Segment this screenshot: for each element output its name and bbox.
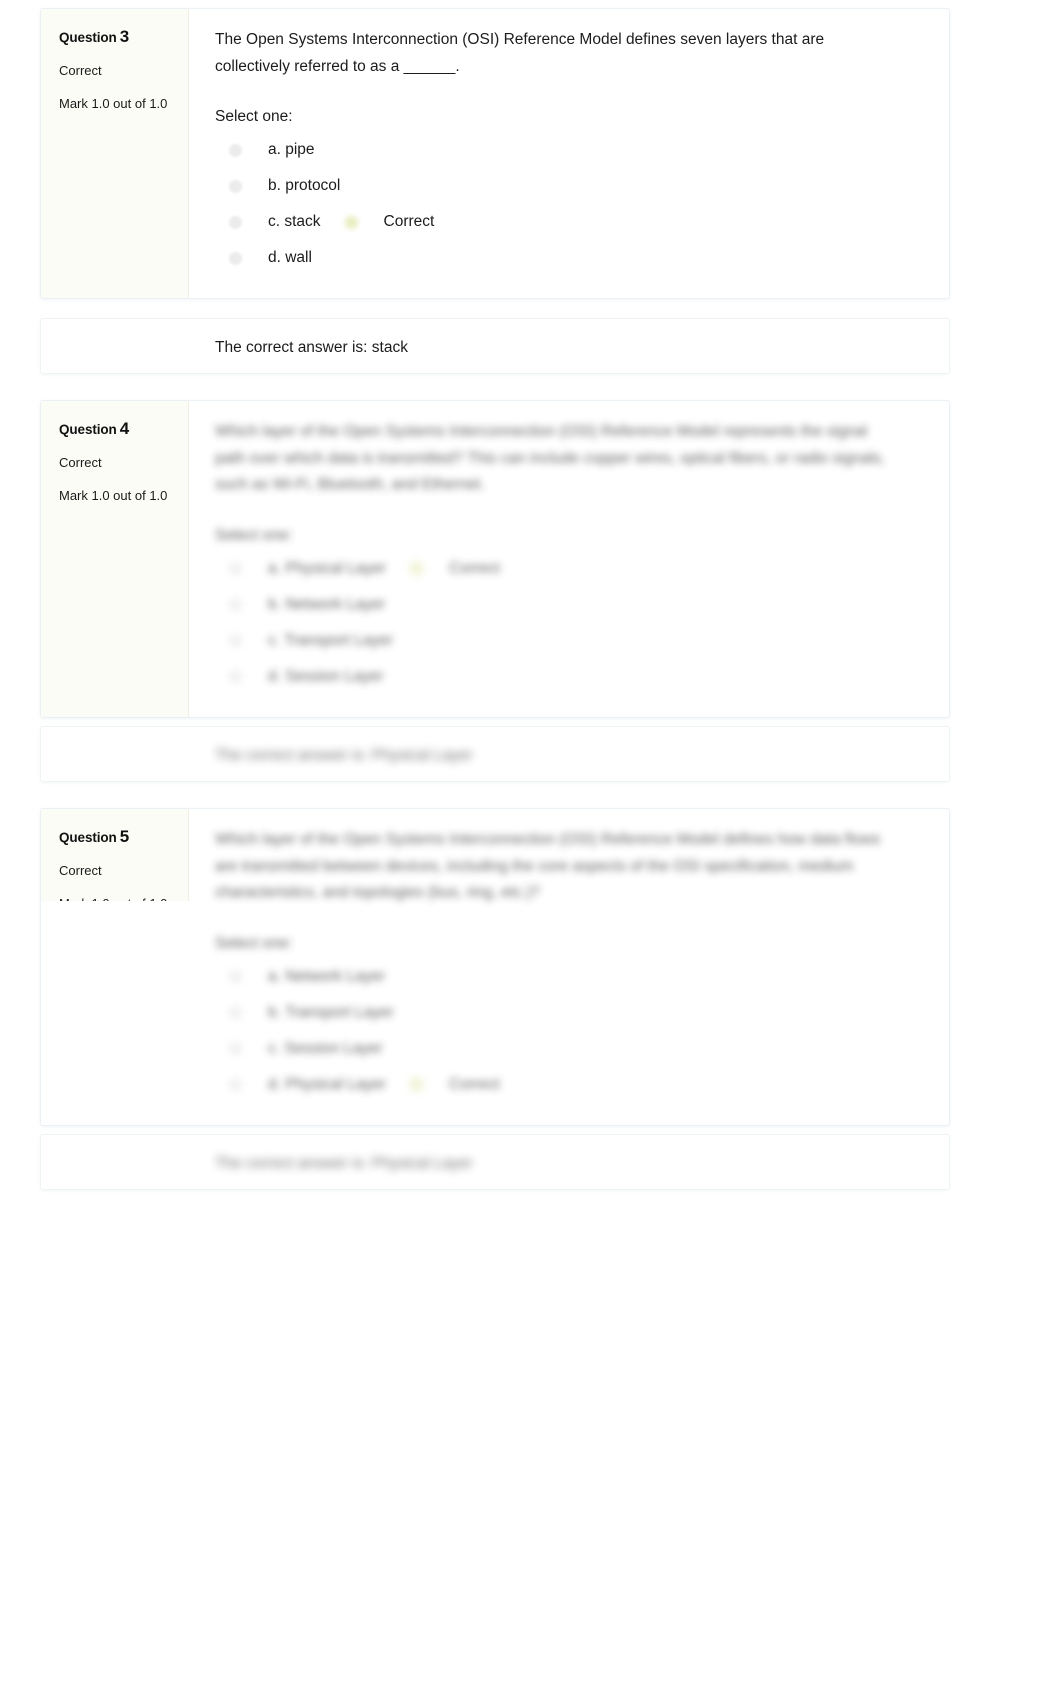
answer-list-5: a. Network Layer b. Transport Layer c. S… [215,959,927,1103]
question-grade-4: Mark 1.0 out of 1.0 [59,488,168,503]
select-one-label-4: Select one: [215,526,293,544]
radio-button-icon[interactable] [229,1042,242,1056]
radio-button-icon[interactable] [229,1078,242,1092]
question-number-value-4: 4 [119,419,130,438]
answer-option-3d[interactable]: d. wall [215,240,927,276]
question-label-5: Question [59,830,117,845]
question-text-5: Which layer of the Open Systems Intercon… [215,831,881,902]
answer-option-5c[interactable]: c. Session Layer [215,1031,927,1067]
feedback-text-3: The correct answer is: stack [215,339,408,356]
answer-list-3: a. pipe b. protocol c. stack Correct d. … [215,132,927,276]
answer-option-4c[interactable]: c. Transport Layer [215,623,927,659]
answer-option-3b[interactable]: b. protocol [215,168,927,204]
radio-button-icon[interactable] [229,215,242,229]
feedback-box-4: The correct answer is: Physical Layer [40,726,950,782]
answer-label: c. stack [268,213,321,231]
answer-option-4b[interactable]: b. Network Layer [215,587,927,623]
question-content-4: Which layer of the Open Systems Intercon… [189,401,949,717]
answer-option-4d[interactable]: d. Session Layer [215,659,927,695]
answer-label: b. Network Layer [268,595,386,613]
feedback-text-4: The correct answer is: Physical Layer [215,747,473,764]
check-circle-icon [408,560,426,578]
correct-feedback-word: Correct [449,559,500,577]
answer-option-3a[interactable]: a. pipe [215,132,927,168]
answer-label: a. Physical Layer [268,559,387,577]
feedback-text-5: The correct answer is: Physical Layer [215,1155,473,1172]
radio-button-icon[interactable] [229,598,242,612]
correct-indicator: Correct [342,213,435,231]
correct-feedback-word: Correct [383,213,435,231]
radio-button-icon[interactable] [229,143,242,157]
radio-button-icon[interactable] [229,562,242,576]
question-content-3: The Open Systems Interconnection (OSI) R… [189,9,949,298]
answer-option-3c[interactable]: c. stack Correct [215,204,927,240]
answer-label: c. Transport Layer [268,631,393,649]
check-circle-icon [342,213,360,231]
question-number-4: Question 4 [59,419,174,439]
correct-feedback-word: Correct [449,1075,500,1093]
question-block-5: Question5 Correct Mark 1.0 out of 1.0 Wh… [40,808,950,1126]
select-one-label-5: Select one: [215,934,293,952]
question-state-5: Correct [59,863,102,878]
quiz-review-page: Question 3 Correct Mark 1.0 out of 1.0 Th… [0,0,1062,1686]
question-number-5: Question 5 [59,827,174,847]
question-state-4: Correct [59,455,102,470]
answer-option-4a[interactable]: a. Physical Layer Correct [215,551,927,587]
question-label-3: Question [59,30,117,45]
radio-button-icon[interactable] [229,670,242,684]
correct-indicator: Correct [408,1076,500,1094]
answer-label: b. protocol [268,177,341,195]
answer-label: b. Transport Layer [268,1003,394,1021]
question-state-3: Correct [59,63,102,78]
answer-label: a. pipe [268,141,315,159]
correct-indicator: Correct [408,560,500,578]
answer-list-4: a. Physical Layer Correct b. Network Lay… [215,551,927,695]
question-box-5: Question5 Correct Mark 1.0 out of 1.0 Wh… [40,808,950,1126]
question-number-3: Question 3 [59,27,174,47]
radio-button-icon[interactable] [229,179,242,193]
question-block-4: Question 4 Correct Mark 1.0 out of 1.0 Wh… [40,400,950,718]
question-number-value-5: 5 [119,827,130,846]
question-text-4: Which layer of the Open Systems Intercon… [215,423,885,494]
feedback-box-3: The correct answer is: stack [40,318,950,374]
answer-label: d. Physical Layer [268,1075,387,1093]
feedback-box-5: The correct answer is: Physical Layer [40,1134,950,1190]
question-grade-5: Mark 1.0 out of 1.0 [59,896,174,901]
radio-button-icon[interactable] [229,970,242,984]
question-label-4: Question [59,422,117,437]
question-info-panel-3: Question 3 Correct Mark 1.0 out of 1.0 [41,9,189,299]
answer-option-5d[interactable]: d. Physical Layer Correct [215,1067,927,1103]
question-info-panel-5: Question5 Correct Mark 1.0 out of 1.0 [41,809,189,901]
question-info-panel-4: Question 4 Correct Mark 1.0 out of 1.0 [41,401,189,717]
select-one-label-3: Select one: [215,108,293,126]
answer-label: c. Session Layer [268,1039,383,1057]
question-block-3: Question 3 Correct Mark 1.0 out of 1.0 Th… [40,8,950,300]
answer-label: d. Session Layer [268,667,384,685]
check-circle-icon [408,1076,426,1094]
question-number-value-3: 3 [119,27,130,46]
question-box-4: Question 4 Correct Mark 1.0 out of 1.0 Wh… [40,400,950,718]
radio-button-icon[interactable] [229,1006,242,1020]
answer-label: d. wall [268,249,312,267]
answer-option-5a[interactable]: a. Network Layer [215,959,927,995]
answer-option-5b[interactable]: b. Transport Layer [215,995,927,1031]
radio-button-icon[interactable] [229,634,242,648]
question-content-5: Which layer of the Open Systems Intercon… [189,809,949,1125]
question-grade-3: Mark 1.0 out of 1.0 [59,96,168,111]
radio-button-icon[interactable] [229,251,242,265]
question-box-3: Question 3 Correct Mark 1.0 out of 1.0 Th… [40,8,950,300]
question-text-3: The Open Systems Interconnection (OSI) R… [215,31,825,75]
answer-label: a. Network Layer [268,967,386,985]
